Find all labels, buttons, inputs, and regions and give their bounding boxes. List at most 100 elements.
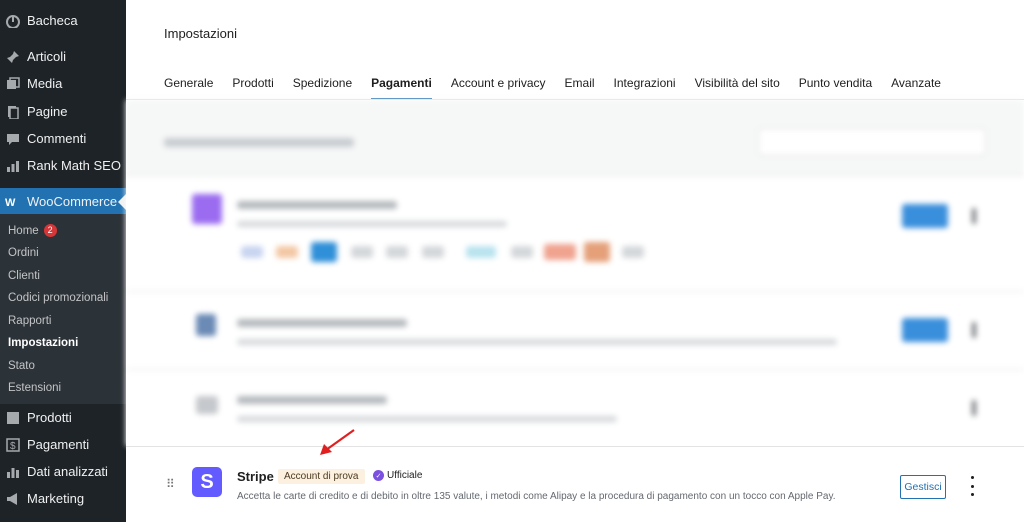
blurred-title [237,396,387,404]
blurred-menu [972,400,976,416]
blurred-button [902,204,948,228]
tab-account-privacy[interactable]: Account e privacy [451,76,546,100]
pages-icon [4,103,22,121]
blurred-payment-logo [276,246,298,258]
submenu-item-label: Ordini [8,247,39,259]
blurred-payment-logo [386,246,408,258]
main-content: Impostazioni Generale Prodotti Spedizion… [126,0,1024,522]
blurred-menu [972,208,976,224]
sidebar-item-label: Pagine [27,104,68,119]
notification-badge: 2 [43,224,57,237]
woocommerce-submenu: Home 2 Ordini Clienti Codici promozional… [0,214,126,404]
dashboard-icon [4,12,22,30]
blurred-payment-logo [351,246,373,258]
pin-icon [4,48,22,66]
tab-pagamenti[interactable]: Pagamenti [371,76,432,100]
sidebar-item-label: WooCommerce [27,194,118,209]
blurred-title [237,201,397,209]
analytics-icon [4,463,22,481]
submenu-item-label: Home [8,224,39,237]
blurred-payment-logo [422,246,444,258]
chart-icon [4,157,22,175]
sidebar-item-woocommerce[interactable]: W WooCommerce [0,188,126,215]
sidebar-item-label: Marketing [27,491,85,506]
sidebar-item-commenti[interactable]: Commenti [0,125,126,152]
submenu-item-label: Rapporti [8,315,52,327]
manage-button[interactable]: Gestisci [900,475,946,499]
submenu-item-stato[interactable]: Stato [8,360,35,372]
submenu-item-label: Estensioni [8,382,62,394]
submenu-item-codici-promozionali[interactable]: Codici promozionali [8,292,108,304]
blurred-description [237,221,507,227]
sidebar-item-bacheca[interactable]: Bacheca [0,7,126,34]
blurred-payment-logo [311,242,337,262]
tab-visibilita-sito[interactable]: Visibilità del sito [695,76,780,100]
payment-method-description: Accetta le carte di credito e di debito … [237,491,836,502]
more-options-icon[interactable] [967,476,977,496]
blurred-payment-logo [584,242,610,262]
submenu-item-rapporti[interactable]: Rapporti [8,315,51,327]
blurred-card-2 [126,291,1024,369]
submenu-item-label: Impostazioni [8,337,79,349]
blurred-payment-logo [466,246,496,258]
blurred-title [237,319,407,327]
sidebar-item-media[interactable]: Media [0,70,126,97]
sidebar-item-dati-analizzati[interactable]: Dati analizzati [0,458,126,485]
tab-prodotti[interactable]: Prodotti [232,76,273,100]
submenu-item-impostazioni[interactable]: Impostazioni [8,337,78,349]
sidebar-item-label: Pagamenti [27,437,90,452]
blurred-heading [164,138,354,147]
annotation-arrow-icon [320,429,355,455]
submenu-item-home[interactable]: Home 2 [8,224,57,237]
payment-method-row-stripe: ⠿ S Stripe Account di prova ✓ Ufficiale … [126,446,1024,522]
payments-icon: $ [4,436,22,454]
admin-sidebar: Bacheca Articoli Media Pagine Commenti R… [0,0,126,522]
blurred-payment-logo [622,246,644,258]
tab-spedizione[interactable]: Spedizione [293,76,352,100]
sidebar-item-label: Commenti [27,131,87,146]
sidebar-item-pagine[interactable]: Pagine [0,98,126,125]
drag-handle-icon[interactable]: ⠿ [166,477,175,491]
official-text: Ufficiale [387,470,423,481]
page-title: Impostazioni [164,26,237,41]
tab-punto-vendita[interactable]: Punto vendita [799,76,872,100]
media-icon [4,75,22,93]
submenu-item-ordini[interactable]: Ordini [8,247,39,259]
woocommerce-icon: W [4,193,22,211]
submenu-item-clienti[interactable]: Clienti [8,270,40,282]
sidebar-item-articoli[interactable]: Articoli [0,43,126,70]
blurred-logo [192,194,222,224]
tab-email[interactable]: Email [565,76,595,100]
sidebar-item-prodotti[interactable]: Prodotti [0,404,126,431]
sidebar-item-marketing[interactable]: Marketing [0,485,126,512]
sidebar-item-label: Media [27,76,63,91]
comments-icon [4,130,22,148]
official-label: ✓ Ufficiale [373,470,422,481]
tab-integrazioni[interactable]: Integrazioni [614,76,676,100]
tab-generale[interactable]: Generale [164,76,213,100]
svg-text:$: $ [10,441,16,452]
blurred-card-1 [126,175,1024,291]
test-account-badge: Account di prova [278,469,365,484]
sidebar-item-label: Bacheca [27,13,78,28]
sidebar-item-rank-math[interactable]: Rank Math SEO [0,152,126,179]
blurred-logo [196,396,218,414]
sidebar-item-label: Rank Math SEO [27,158,121,173]
tab-avanzate[interactable]: Avanzate [891,76,941,100]
blurred-logo [196,314,216,336]
blurred-button [902,318,948,342]
blurred-payment-logo [241,246,263,258]
sidebar-item-label: Articoli [27,49,67,64]
blurred-dropdown [758,128,986,156]
sidebar-item-label: Prodotti [27,410,72,425]
payment-method-title: Stripe [237,469,274,484]
blurred-card-3 [126,369,1024,446]
sidebar-item-label: Dati analizzati [27,464,108,479]
sidebar-item-pagamenti[interactable]: $ Pagamenti [0,431,126,458]
stripe-logo-icon: S [192,467,222,497]
svg-text:W: W [5,197,16,208]
submenu-item-estensioni[interactable]: Estensioni [8,382,61,394]
settings-tabs: Generale Prodotti Spedizione Pagamenti A… [164,76,941,100]
blurred-payment-logo [544,244,576,260]
blurred-description [237,416,617,422]
